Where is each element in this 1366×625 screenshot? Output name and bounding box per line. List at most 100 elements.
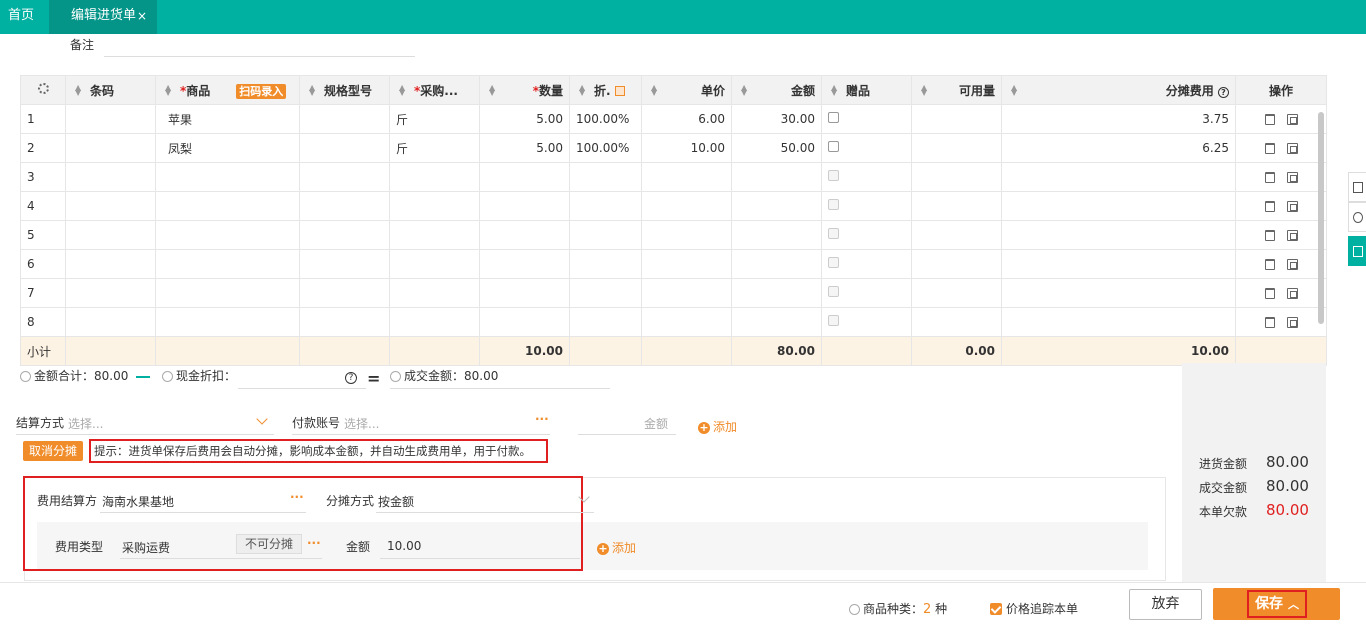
cell-price[interactable] [641, 191, 732, 221]
cell-price[interactable] [641, 249, 732, 279]
right-tool-doc[interactable] [1348, 172, 1366, 202]
no-split-tag[interactable]: 不可分摊 [236, 534, 302, 554]
cell-spec[interactable] [299, 307, 390, 337]
close-icon[interactable]: × [137, 0, 147, 32]
cell-disc[interactable] [569, 278, 642, 308]
delete-icon[interactable] [1264, 288, 1275, 299]
help-icon[interactable]: ? [345, 372, 357, 384]
delete-icon[interactable] [1264, 317, 1275, 328]
right-tool-link[interactable] [1348, 202, 1366, 232]
table-row[interactable]: 8 [20, 307, 1327, 337]
more-icon[interactable]: ··· [307, 536, 321, 550]
cell-product[interactable]: 凤梨 [155, 133, 300, 163]
cell-amount[interactable] [731, 220, 822, 250]
cell-price[interactable] [641, 278, 732, 308]
cell-barcode[interactable] [65, 104, 156, 134]
gift-checkbox-cell[interactable] [821, 220, 912, 250]
settlement-select[interactable]: 选择... [68, 415, 103, 432]
gift-checkbox-cell[interactable] [821, 278, 912, 308]
edit-icon[interactable] [614, 85, 625, 96]
cell-amount[interactable] [731, 249, 822, 279]
remark-input[interactable] [104, 56, 415, 57]
table-row[interactable]: 7 [20, 278, 1327, 308]
cell-disc[interactable]: 100.00% [569, 104, 642, 134]
cell-disc[interactable] [569, 220, 642, 250]
cell-unit[interactable] [389, 307, 480, 337]
cell-spec[interactable] [299, 278, 390, 308]
cell-alloc[interactable]: 3.75 [1001, 104, 1236, 134]
cell-barcode[interactable] [65, 162, 156, 192]
cell-unit[interactable] [389, 249, 480, 279]
cell-qty[interactable] [479, 220, 570, 250]
help-icon[interactable]: ? [1218, 86, 1229, 98]
cell-spec[interactable] [299, 249, 390, 279]
more-icon[interactable]: ··· [535, 412, 549, 426]
copy-icon[interactable] [1286, 114, 1298, 125]
cell-avail[interactable] [911, 104, 1002, 134]
cell-spec[interactable] [299, 162, 390, 192]
cell-product[interactable] [155, 249, 300, 279]
cell-disc[interactable]: 100.00% [569, 133, 642, 163]
cell-amount[interactable] [731, 278, 822, 308]
cell-spec[interactable] [299, 191, 390, 221]
cell-qty[interactable] [479, 162, 570, 192]
cash-discount-input[interactable] [238, 388, 366, 389]
gift-checkbox-cell[interactable] [821, 162, 912, 192]
cell-disc[interactable] [569, 249, 642, 279]
cell-barcode[interactable] [65, 278, 156, 308]
cell-alloc[interactable] [1001, 307, 1236, 337]
cell-product[interactable] [155, 278, 300, 308]
cell-alloc[interactable] [1001, 162, 1236, 192]
gift-checkbox-cell[interactable] [821, 133, 912, 163]
cell-unit[interactable] [389, 278, 480, 308]
delete-icon[interactable] [1264, 230, 1275, 241]
cell-amount[interactable] [731, 162, 822, 192]
price-trace-checkbox[interactable]: 价格追踪本单 [990, 600, 1078, 617]
table-row[interactable]: 3 [20, 162, 1327, 192]
cell-avail[interactable] [911, 191, 1002, 221]
chevron-down-icon[interactable] [256, 413, 268, 425]
col-barcode[interactable]: ▲ ▼ 条码 [65, 75, 156, 105]
table-row[interactable]: 1 苹果 斤 5.00 100.00% 6.00 30.00 3.75 [20, 104, 1327, 134]
cell-alloc[interactable]: 6.25 [1001, 133, 1236, 163]
save-button-container[interactable]: 保存 ︿ [1213, 588, 1340, 620]
col-allocated-fee[interactable]: ▲ ▼ 分摊费用 ? [1001, 75, 1236, 105]
cell-unit[interactable] [389, 220, 480, 250]
col-amount[interactable]: ▲ ▼ 金额 [731, 75, 822, 105]
col-qty[interactable]: ▲ ▼ *数量 [479, 75, 570, 105]
cell-qty[interactable]: 5.00 [479, 133, 570, 163]
cell-price[interactable] [641, 220, 732, 250]
tab-home[interactable]: 首页 [8, 0, 34, 34]
col-discount[interactable]: ▲ ▼ 折. [569, 75, 642, 105]
tab-edit-purchase[interactable]: 编辑进货单 × [49, 0, 157, 34]
cell-unit[interactable] [389, 162, 480, 192]
cell-avail[interactable] [911, 162, 1002, 192]
col-price[interactable]: ▲ ▼ 单价 [641, 75, 732, 105]
cell-amount[interactable]: 30.00 [731, 104, 822, 134]
cell-avail[interactable] [911, 307, 1002, 337]
cell-barcode[interactable] [65, 191, 156, 221]
cell-price[interactable] [641, 307, 732, 337]
cell-spec[interactable] [299, 133, 390, 163]
column-settings[interactable] [20, 75, 66, 105]
table-row[interactable]: 6 [20, 249, 1327, 279]
cell-unit[interactable]: 斤 [389, 133, 480, 163]
cell-spec[interactable] [299, 104, 390, 134]
discard-button[interactable]: 放弃 [1129, 589, 1202, 620]
cell-avail[interactable] [911, 220, 1002, 250]
table-row[interactable]: 4 [20, 191, 1327, 221]
scan-entry-button[interactable]: 扫码录入 [236, 83, 287, 99]
gift-checkbox-cell[interactable] [821, 104, 912, 134]
cell-product[interactable] [155, 191, 300, 221]
add-settlement-button[interactable]: + 添加 [698, 418, 737, 435]
cell-qty[interactable] [479, 249, 570, 279]
cell-alloc[interactable] [1001, 191, 1236, 221]
cell-disc[interactable] [569, 307, 642, 337]
cancel-allocation-button[interactable]: 取消分摊 [23, 441, 83, 461]
more-icon[interactable]: ··· [290, 490, 304, 504]
col-spec[interactable]: ▲ ▼ 规格型号 [299, 75, 390, 105]
gift-checkbox-cell[interactable] [821, 249, 912, 279]
delete-icon[interactable] [1264, 172, 1275, 183]
copy-icon[interactable] [1286, 317, 1298, 328]
cell-unit[interactable]: 斤 [389, 104, 480, 134]
